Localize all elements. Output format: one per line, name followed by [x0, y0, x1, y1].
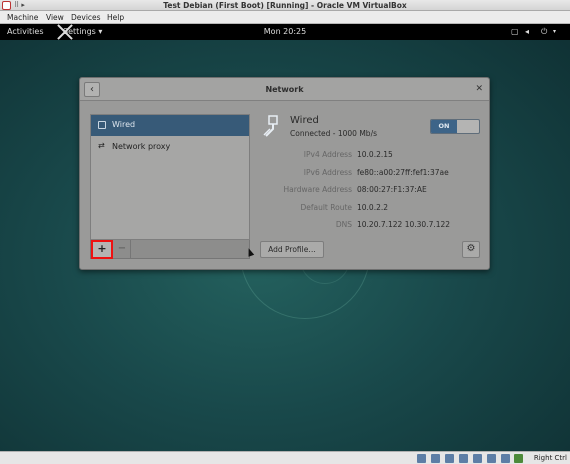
cpu-indicator-icon[interactable]: [514, 454, 523, 463]
host-title-bar: ⠿ ▸ Test Debian (First Boot) [Running] -…: [0, 0, 570, 11]
host-window-title: Test Debian (First Boot) [Running] - Ora…: [163, 1, 407, 10]
screen-icon[interactable]: ▢: [511, 27, 520, 36]
detail-value-dns: 10.20.7.122 10.30.7.122: [357, 220, 451, 229]
system-menu-chevron-icon[interactable]: ▾: [553, 28, 562, 37]
add-connection-button[interactable]: +: [91, 240, 113, 259]
list-item-wired[interactable]: Wired: [91, 115, 249, 136]
list-item-network-proxy[interactable]: ⇄ Network proxy: [91, 137, 249, 158]
menu-machine[interactable]: Machine: [7, 13, 38, 22]
network-adapter-icon[interactable]: [459, 454, 468, 463]
detail-key-ipv4: IPv4 Address: [303, 150, 352, 159]
list-item-label: Network proxy: [112, 142, 171, 151]
menu-devices[interactable]: Devices: [71, 13, 101, 22]
optical-drive-icon[interactable]: [431, 454, 440, 463]
network-wired-icon: [98, 121, 106, 129]
remove-connection-button[interactable]: −: [114, 240, 131, 259]
toggle-on-label: ON: [431, 120, 457, 133]
wired-status: Connected - 1000 Mb/s: [290, 129, 377, 138]
wired-title: Wired: [290, 115, 319, 126]
detail-key-route: Default Route: [300, 203, 352, 212]
host-menubar: Machine View Devices Help: [0, 11, 570, 24]
detail-value-ipv4: 10.0.2.15: [357, 150, 393, 159]
recording-icon[interactable]: [501, 454, 510, 463]
hard-disk-icon[interactable]: [417, 454, 426, 463]
menu-help[interactable]: Help: [107, 13, 124, 22]
connection-list: Wired ⇄ Network proxy: [90, 114, 250, 240]
detail-value-route: 10.0.2.2: [357, 203, 389, 212]
gear-icon: ⚙: [466, 243, 476, 254]
detail-value-hardware: 08:00:27:F1:37:AE: [357, 185, 427, 194]
detail-value-ipv6: fe80::a00:27ff:fef1:37ae: [357, 168, 449, 177]
host-status-bar: Right Ctrl: [0, 451, 570, 464]
power-icon[interactable]: ⏻: [541, 27, 550, 36]
menu-view[interactable]: View: [46, 13, 64, 22]
clock[interactable]: Mon 20:25: [0, 27, 570, 36]
guest-desktop: Activities Settings ▾ Mon 20:25 ▢ ◂ ⏻ ▾ …: [0, 24, 570, 451]
list-toolbar: + −: [90, 240, 250, 259]
display-icon[interactable]: [487, 454, 496, 463]
list-item-label: Wired: [112, 120, 136, 129]
wired-toggle[interactable]: ON: [430, 119, 480, 134]
close-icon[interactable]: ✕: [475, 84, 483, 94]
proxy-icon: ⇄: [98, 141, 105, 150]
shared-folder-icon[interactable]: [473, 454, 482, 463]
detail-key-ipv6: IPv6 Address: [303, 168, 352, 177]
detail-key-dns: DNS: [335, 220, 352, 229]
settings-button[interactable]: ⚙: [462, 241, 480, 258]
add-profile-button[interactable]: Add Profile…: [260, 241, 324, 258]
network-settings-window: ‹ Network ✕ Wired ⇄ Network proxy + − Wi…: [79, 77, 490, 270]
window-header: ‹ Network ✕: [80, 78, 489, 101]
window-title: Network: [265, 85, 304, 94]
gnome-top-bar: Activities Settings ▾ Mon 20:25 ▢ ◂ ⏻ ▾: [0, 24, 570, 40]
host-key-label: Right Ctrl: [533, 454, 567, 462]
network-wired-icon: [263, 115, 278, 137]
usb-icon[interactable]: [445, 454, 454, 463]
detail-key-hardware: Hardware Address: [283, 185, 352, 194]
volume-icon[interactable]: ◂: [525, 27, 534, 36]
